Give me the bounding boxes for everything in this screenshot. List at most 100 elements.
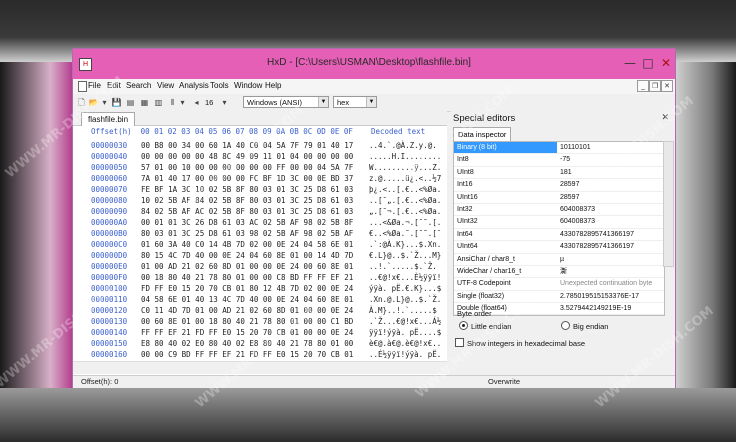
row-hex-bytes[interactable]: FD FF E0 15 20 70 CB 01 80 12 4B 7D 02 0…: [141, 283, 353, 294]
title-bar[interactable]: H HxD - [C:\Users\USMAN\Desktop\flashfil…: [73, 49, 675, 79]
inspector-value[interactable]: 澵: [560, 266, 567, 277]
view-icon[interactable]: ▥: [153, 97, 164, 108]
bytes-per-row-arrow-icon[interactable]: ▾: [219, 97, 230, 108]
inspector-row[interactable]: Int64 4330782895741366197: [454, 229, 664, 242]
hex-row[interactable]: 000000A0 00 01 01 3C 26 D8 61 03 AC 02 5B…: [73, 217, 447, 228]
row-decoded-text[interactable]: „.[¯¬.[.€..<%Øa.: [369, 206, 441, 217]
bytes-per-row[interactable]: 16: [205, 98, 213, 107]
row-decoded-text[interactable]: .Xn.@.L}@..$.`Ž.: [369, 294, 441, 305]
hex-row[interactable]: 000000E0 01 00 AD 21 02 60 8D 01 00 00 0E…: [73, 261, 447, 272]
inspector-row[interactable]: Single (float32) 2.785019515153376E-17: [454, 291, 664, 304]
hex-row[interactable]: 000000C0 01 60 3A 40 C0 14 4B 7D 02 00 0E…: [73, 239, 447, 250]
hex-row[interactable]: 00000110 04 58 6E 01 40 13 4C 7D 40 00 0E…: [73, 294, 447, 305]
row-hex-bytes[interactable]: C0 11 4D 7D 01 00 AD 21 02 60 8D 01 00 0…: [141, 305, 353, 316]
hex-row[interactable]: 00000050 57 01 00 10 00 00 00 00 00 00 FF…: [73, 162, 447, 173]
inspector-row[interactable]: Int32 604008373: [454, 204, 664, 217]
charset-select[interactable]: Windows (ANSI) ▼: [243, 96, 329, 108]
maximize-button[interactable]: □: [639, 55, 657, 71]
row-hex-bytes[interactable]: 80 15 4C 7D 40 00 0E 24 04 60 8E 01 00 1…: [141, 250, 353, 261]
inspector-row[interactable]: UInt32 604008373: [454, 216, 664, 229]
row-hex-bytes[interactable]: 84 02 5B AF AC 02 5B 8F 80 03 01 3C 25 D…: [141, 206, 353, 217]
row-decoded-text[interactable]: ..[¯„.[.€..<%Øa.: [369, 195, 441, 206]
horizontal-scrollbar[interactable]: [73, 361, 447, 374]
hex-row[interactable]: 000000D0 80 15 4C 7D 40 00 0E 24 04 60 8E…: [73, 250, 447, 261]
inspector-value[interactable]: 604008373: [560, 216, 595, 227]
inspector-scrollbar[interactable]: [663, 141, 674, 267]
row-hex-bytes[interactable]: 7A 01 40 17 00 00 00 00 FC BF 1D 3C 00 0…: [141, 173, 353, 184]
hex-row[interactable]: 00000080 10 02 5B AF 84 02 5B 8F 80 03 01…: [73, 195, 447, 206]
inspector-row[interactable]: UInt8 181: [454, 167, 664, 180]
row-decoded-text[interactable]: è€@.à€@.è€@!x€..: [369, 338, 441, 349]
inspector-value[interactable]: 10110101: [560, 142, 591, 153]
row-decoded-text[interactable]: ÿÿï!ýÿà. pË....$: [369, 327, 441, 338]
menu-analysis[interactable]: Analysis: [179, 81, 209, 90]
inspector-row[interactable]: UTF-8 Codepoint Unexpected continuation b…: [454, 278, 664, 291]
mdi-close-button[interactable]: ✕: [661, 80, 673, 92]
row-hex-bytes[interactable]: 01 60 3A 40 C0 14 4B 7D 02 00 0E 24 04 5…: [141, 239, 353, 250]
arrow-left-icon[interactable]: ◂: [191, 97, 202, 108]
row-decoded-text[interactable]: .`:@À.K}...$.Xn.: [369, 239, 441, 250]
hex-row[interactable]: 00000120 C0 11 4D 7D 01 00 AD 21 02 60 8D…: [73, 305, 447, 316]
hex-row[interactable]: 00000090 84 02 5B AF AC 02 5B 8F 80 03 01…: [73, 206, 447, 217]
inspector-row[interactable]: UInt16 28597: [454, 192, 664, 204]
row-decoded-text[interactable]: €.L}@..$.`Ž...M}: [369, 250, 441, 261]
row-hex-bytes[interactable]: 00 18 80 40 21 78 80 01 00 00 C8 BD FF F…: [141, 272, 353, 283]
offset-base-dropdown-icon[interactable]: ▼: [366, 97, 376, 107]
inspector-value[interactable]: Unexpected continuation byte: [560, 278, 652, 289]
hex-row[interactable]: 00000060 7A 01 40 17 00 00 00 00 FC BF 1D…: [73, 173, 447, 184]
inspector-row[interactable]: UInt64 4330782895741366197: [454, 241, 664, 254]
inspector-value[interactable]: -75: [560, 154, 570, 165]
minimize-button[interactable]: —: [621, 55, 639, 71]
close-button[interactable]: ✕: [657, 55, 675, 71]
row-hex-bytes[interactable]: 80 03 01 3C 25 D8 61 03 98 02 5B AF 98 0…: [141, 228, 353, 239]
menu-window[interactable]: Window: [234, 81, 262, 90]
row-hex-bytes[interactable]: E8 80 40 02 E0 80 40 02 E8 80 40 21 78 8…: [141, 338, 353, 349]
hex-row[interactable]: 00000100 FD FF E0 15 20 70 CB 01 80 12 4B…: [73, 283, 447, 294]
row-hex-bytes[interactable]: 01 00 AD 21 02 60 8D 01 00 00 0E 24 00 6…: [141, 261, 353, 272]
inspector-value[interactable]: 2.785019515153376E-17: [560, 291, 639, 302]
hex-row[interactable]: 00000130 00 60 8E 01 00 18 80 40 21 78 80…: [73, 316, 447, 327]
hex-row[interactable]: 000000F0 00 18 80 40 21 78 80 01 00 00 C8…: [73, 272, 447, 283]
menu-view[interactable]: View: [157, 81, 174, 90]
charset-dropdown-icon[interactable]: ▼: [318, 97, 328, 107]
row-hex-bytes[interactable]: 00 60 8E 01 00 18 80 40 21 78 80 01 00 0…: [141, 316, 353, 327]
row-decoded-text[interactable]: €..<%Øa.˜.[¯˜.[¯: [369, 228, 441, 239]
row-decoded-text[interactable]: ýÿà. pË.€.K}...$: [369, 283, 441, 294]
row-hex-bytes[interactable]: FF FF EF 21 FD FF E0 15 20 70 CB 01 00 0…: [141, 327, 353, 338]
inspector-value[interactable]: µ: [560, 254, 564, 265]
inspector-value[interactable]: 604008373: [560, 204, 595, 215]
mdi-restore-button[interactable]: ❐: [649, 80, 661, 92]
save-all-icon[interactable]: ▤: [125, 97, 136, 108]
offset-base-select[interactable]: hex ▼: [333, 96, 377, 108]
hex-row[interactable]: 00000070 FE BF 1A 3C 10 02 5B 8F 80 03 01…: [73, 184, 447, 195]
hex-row[interactable]: 000000B0 80 03 01 3C 25 D8 61 03 98 02 5B…: [73, 228, 447, 239]
row-hex-bytes[interactable]: 04 58 6E 01 40 13 4C 7D 40 00 0E 24 04 6…: [141, 294, 353, 305]
row-decoded-text[interactable]: À.M}..­!.`.....$: [369, 305, 437, 316]
inspector-value[interactable]: 4330782895741366197: [560, 241, 634, 252]
row-decoded-text[interactable]: ...<&Øa.¬.[¯˜.[.: [369, 217, 441, 228]
row-decoded-text[interactable]: ..4.`.@À.Z.y.@.: [369, 140, 437, 151]
inspector-row[interactable]: AnsiChar / char8_t µ: [454, 254, 664, 266]
big-endian-radio[interactable]: Big endian: [561, 321, 608, 331]
menu-search[interactable]: Search: [126, 81, 151, 90]
properties-icon[interactable]: ▦: [139, 97, 150, 108]
status-mode[interactable]: Overwrite: [488, 376, 520, 388]
hex-row[interactable]: 00000140 FF FF EF 21 FD FF E0 15 20 70 CB…: [73, 327, 447, 338]
inspector-row[interactable]: WideChar / char16_t 澵: [454, 266, 664, 279]
row-decoded-text[interactable]: ..É½ÿÿï!ýÿà. pË.: [369, 349, 441, 360]
row-hex-bytes[interactable]: 10 02 5B AF 84 02 5B 8F 80 03 01 3C 25 D…: [141, 195, 353, 206]
inspector-value[interactable]: 3.5279442149219E-19: [560, 303, 631, 314]
row-hex-bytes[interactable]: FE BF 1A 3C 10 02 5B 8F 80 03 01 3C 25 D…: [141, 184, 353, 195]
inspector-value[interactable]: 4330782895741366197: [560, 229, 634, 240]
row-decoded-text[interactable]: ..­!.`.....$.`Ž.: [369, 261, 437, 272]
menu-tools[interactable]: Tools: [210, 81, 229, 90]
save-icon[interactable]: 💾: [111, 97, 122, 108]
inspector-row[interactable]: Int16 28597: [454, 179, 664, 192]
document-icon[interactable]: [78, 81, 87, 92]
column-dropdown-icon[interactable]: ▾: [177, 97, 188, 108]
row-decoded-text[interactable]: ..€@!x€...È½ÿÿï!: [369, 272, 441, 283]
row-hex-bytes[interactable]: 00 01 01 3C 26 D8 61 03 AC 02 5B AF 98 0…: [141, 217, 353, 228]
inspector-value[interactable]: 181: [560, 167, 572, 178]
menu-help[interactable]: Help: [265, 81, 281, 90]
hex-rows[interactable]: 00000030 00 B8 00 34 00 60 1A 40 C0 04 5A…: [73, 140, 447, 371]
